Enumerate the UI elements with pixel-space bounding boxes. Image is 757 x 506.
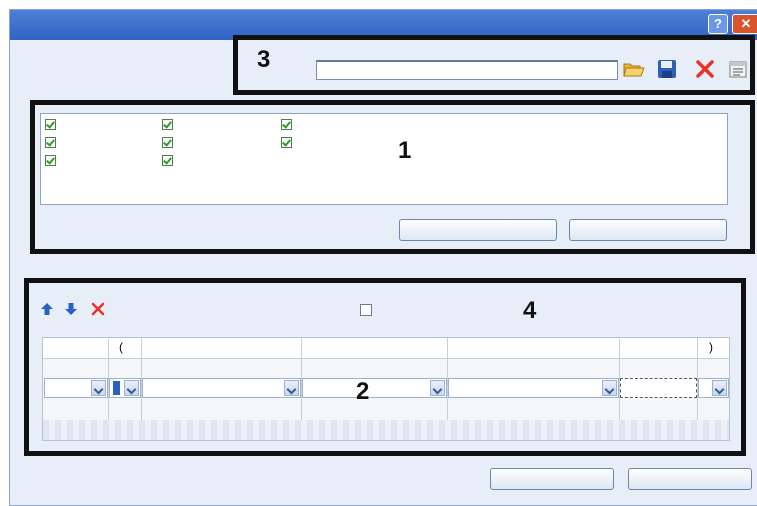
ok-button[interactable] xyxy=(490,468,614,490)
chevron-down-icon xyxy=(284,380,299,396)
move-down-icon[interactable] xyxy=(64,302,78,316)
checklist-right-button[interactable] xyxy=(569,219,727,241)
grid-option-checkbox[interactable] xyxy=(360,304,372,316)
open-paren-dropdown[interactable] xyxy=(109,378,141,398)
properties-icon[interactable] xyxy=(726,58,750,80)
delete-icon[interactable] xyxy=(693,58,717,80)
close-button[interactable]: ✕ xyxy=(732,14,757,34)
checklist-checkbox[interactable] xyxy=(45,155,56,166)
open-folder-icon[interactable] xyxy=(622,58,646,80)
text-cursor xyxy=(113,381,120,395)
value-dropdown[interactable] xyxy=(302,378,447,398)
close-paren-dropdown[interactable] xyxy=(698,378,729,398)
save-icon[interactable] xyxy=(655,58,679,80)
marker-3: 3 xyxy=(257,46,271,73)
checklist-checkbox[interactable] xyxy=(162,119,173,130)
chevron-down-icon xyxy=(712,380,727,396)
cancel-button[interactable] xyxy=(628,468,752,490)
grid-header-close-paren: ) xyxy=(709,340,713,354)
checklist-checkbox[interactable] xyxy=(281,137,292,148)
criteria-grid: ( ) xyxy=(42,337,730,441)
value-text-field[interactable] xyxy=(620,378,697,398)
delete-row-icon[interactable] xyxy=(91,302,105,316)
marker-1: 1 xyxy=(398,137,412,164)
checklist-checkbox[interactable] xyxy=(45,119,56,130)
marker-4: 4 xyxy=(523,297,537,324)
checklist-checkbox[interactable] xyxy=(281,119,292,130)
checklist-checkbox[interactable] xyxy=(45,137,56,148)
checklist-checkbox[interactable] xyxy=(162,137,173,148)
checklist-panel xyxy=(40,113,728,205)
field-dropdown[interactable] xyxy=(44,378,108,398)
chevron-down-icon xyxy=(91,380,106,396)
chevron-down-icon xyxy=(430,380,445,396)
grid-header-row xyxy=(43,338,729,359)
condition-dropdown[interactable] xyxy=(448,378,619,398)
marker-2: 2 xyxy=(356,378,370,405)
checklist-left-button[interactable] xyxy=(399,219,557,241)
grid-footer-stripe xyxy=(43,420,729,440)
move-up-icon[interactable] xyxy=(40,302,54,316)
chevron-down-icon xyxy=(602,380,617,396)
operator-dropdown[interactable] xyxy=(142,378,301,398)
grid-header-open-paren: ( xyxy=(119,340,123,354)
chevron-down-icon xyxy=(124,380,139,396)
checklist-checkbox[interactable] xyxy=(162,155,173,166)
help-button[interactable]: ? xyxy=(708,14,728,34)
path-input[interactable] xyxy=(316,60,618,80)
